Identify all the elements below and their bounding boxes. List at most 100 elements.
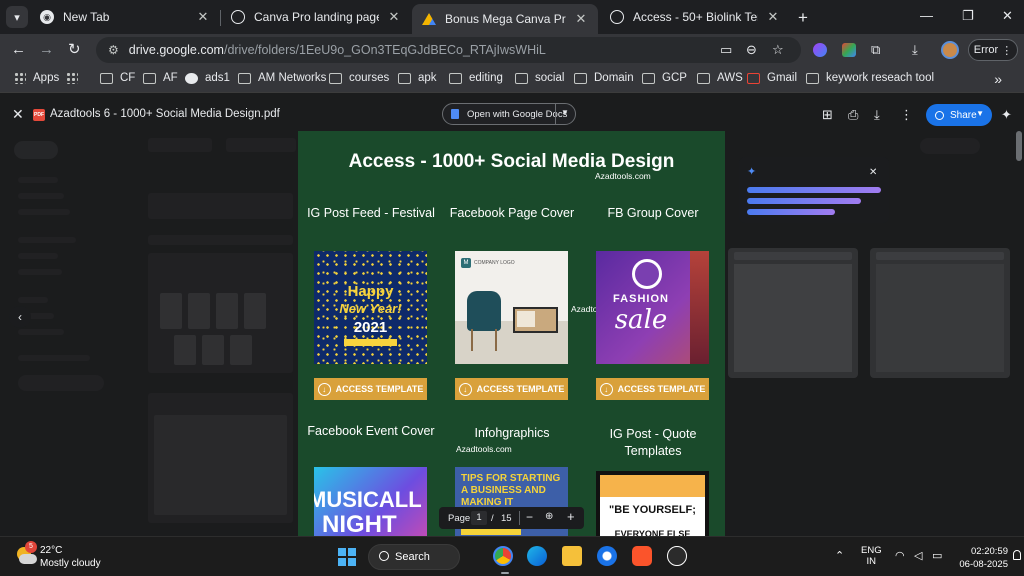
add-comment-icon[interactable]: ⊞ <box>822 107 833 123</box>
more-bookmarks-icon[interactable]: » <box>994 71 1002 87</box>
thumb-facebook-cover[interactable]: M COMPANY LOGO <box>455 251 568 364</box>
google-drive-icon <box>422 13 436 25</box>
tab-strip: ▾ ◉ New Tab ✕ Canva Pro landing page ✕ B… <box>0 0 1024 34</box>
taskbar-search[interactable]: Search <box>368 544 460 570</box>
bookmark-apps[interactable]: Apps <box>14 72 59 84</box>
chromium-icon[interactable] <box>597 546 617 566</box>
thumb-quote[interactable]: "BE YOURSELF; EVERYONE ELSE <box>596 471 709 541</box>
close-icon[interactable]: ✕ <box>574 11 588 27</box>
extension-icon[interactable] <box>842 43 856 57</box>
previous-file-arrow-icon[interactable]: ‹ <box>9 306 31 328</box>
bookmark-domain[interactable]: Domain <box>574 72 634 84</box>
more-options-icon[interactable]: ⋮ <box>900 107 913 123</box>
restore-icon[interactable]: ❐ <box>962 8 974 24</box>
new-tab-plus-icon[interactable]: + <box>798 8 808 28</box>
profile-avatar[interactable] <box>941 41 959 59</box>
bookmark-courses[interactable]: courses <box>329 72 389 84</box>
close-icon[interactable]: ✕ <box>196 9 210 25</box>
address-bar[interactable]: ⚙ drive.google.com/drive/folders/1EeU9o_… <box>96 37 801 63</box>
extension-icon[interactable] <box>813 43 827 57</box>
language-indicator[interactable]: ENG IN <box>861 545 882 567</box>
bookmark-gcp[interactable]: GCP <box>642 72 687 84</box>
cast-icon[interactable]: ▭ <box>720 42 732 58</box>
grid-icon <box>66 72 78 84</box>
access-template-button[interactable]: ↓ ACCESS TEMPLATE <box>596 378 709 400</box>
tab-canva-landing[interactable]: Canva Pro landing page ✕ <box>221 4 411 30</box>
chat-icon[interactable] <box>667 546 687 566</box>
system-clock[interactable]: 02:20:59 06-08-2025 <box>958 545 1008 571</box>
print-icon[interactable]: ⎙ <box>848 107 858 123</box>
zoom-icon[interactable]: ⊖ <box>746 42 757 58</box>
download-icon: ↓ <box>458 382 472 396</box>
thumb-musical-night[interactable]: MUSICALL NIGHT <box>314 467 427 541</box>
edge-icon[interactable] <box>527 546 547 566</box>
tab-bonus-mega[interactable]: Bonus Mega Canva Pro Platinum ✕ <box>412 4 598 34</box>
minimize-icon[interactable]: — <box>920 8 933 23</box>
chrome-icon[interactable] <box>493 546 513 574</box>
loading-bar <box>747 209 835 215</box>
reload-icon[interactable]: ↻ <box>68 42 81 58</box>
bookmark-star-icon[interactable]: ☆ <box>772 42 784 58</box>
close-icon[interactable]: ✕ <box>387 9 401 25</box>
pdf-file-icon: PDF <box>33 109 45 121</box>
page-navigation: Page 1 / 15 − ⊕ + <box>439 507 584 529</box>
bookmark-editing[interactable]: editing <box>449 72 503 84</box>
thumb-new-year[interactable]: Happy New Year! 2021 <box>314 251 427 364</box>
zoom-icon[interactable]: ⊕ <box>545 511 553 522</box>
tab-title: Bonus Mega Canva Pro Platinum <box>445 12 566 26</box>
bookmark-aws[interactable]: AWS <box>697 72 743 84</box>
page-number-input[interactable]: 1 <box>471 511 487 525</box>
notification-bell-icon[interactable] <box>1013 550 1021 560</box>
bookmark-apk[interactable]: apk <box>398 72 437 84</box>
bookmark-social[interactable]: social <box>515 72 564 84</box>
tab-search-button[interactable]: ▾ <box>6 6 28 28</box>
bookmark-gmail[interactable]: Gmail <box>747 72 797 84</box>
bookmark-af[interactable]: AF <box>143 72 178 84</box>
folder-icon <box>642 72 655 84</box>
battery-icon[interactable]: ▭ <box>932 549 942 562</box>
brave-icon[interactable] <box>632 546 652 566</box>
caret-down-icon[interactable]: ▼ <box>561 108 569 117</box>
close-icon[interactable]: ✕ <box>869 167 877 178</box>
bookmark-grid[interactable] <box>66 72 85 84</box>
weather-widget[interactable]: 5 <box>15 541 37 567</box>
download-icon[interactable]: ⤓ <box>912 42 918 58</box>
google-docs-icon <box>451 109 459 119</box>
open-with-google-docs-button[interactable]: Open with Google Docs ▼ <box>442 103 576 125</box>
zoom-out-icon[interactable]: − <box>526 510 533 524</box>
download-icon: ↓ <box>317 382 331 396</box>
gemini-spark-icon[interactable]: ✦ <box>1001 107 1012 123</box>
wifi-icon[interactable]: ◠ <box>895 549 905 562</box>
show-hidden-icons[interactable]: ⌃ <box>835 549 844 562</box>
forward-arrow-icon[interactable]: → <box>39 42 54 58</box>
close-icon[interactable]: ✕ <box>766 9 780 25</box>
share-button[interactable]: Share ▼ <box>926 104 992 126</box>
folder-icon <box>574 72 587 84</box>
thumb-infographic[interactable]: TIPS FOR STARTING A BUSINESS AND MAKING … <box>455 467 568 541</box>
file-explorer-icon[interactable] <box>562 546 582 566</box>
profile-error-button[interactable]: Error ⋮ <box>968 39 1018 61</box>
folder-icon <box>449 72 462 84</box>
extensions-puzzle-icon[interactable]: ⧉ <box>871 42 880 58</box>
window-close-icon[interactable]: ✕ <box>1002 8 1013 24</box>
bookmark-keyword-tool[interactable]: keywork reseach tool <box>806 72 934 84</box>
speaker-icon[interactable]: ◁ <box>914 549 922 562</box>
tab-biolink[interactable]: Access - 50+ Biolink Templates ✕ <box>600 4 790 30</box>
close-viewer-icon[interactable]: ✕ <box>12 106 24 123</box>
access-template-button[interactable]: ↓ ACCESS TEMPLATE <box>314 378 427 400</box>
zoom-in-icon[interactable]: + <box>567 509 575 524</box>
windows-start-icon[interactable] <box>338 548 356 566</box>
bookmark-ads1[interactable]: ads1 <box>185 72 230 84</box>
thumb-fashion-sale[interactable]: FASHION sale <box>596 251 709 364</box>
bookmark-cf[interactable]: CF <box>100 72 135 84</box>
item-title: FB Group Cover <box>607 206 699 220</box>
back-arrow-icon[interactable]: ← <box>11 42 26 58</box>
viewer-scrollbar[interactable] <box>1016 131 1022 161</box>
site-info-icon[interactable]: ⚙ <box>108 43 119 57</box>
bookmark-am-networks[interactable]: AM Networks <box>238 72 326 84</box>
drive-file-card <box>728 248 858 378</box>
download-icon[interactable]: ⤓ <box>874 107 880 123</box>
access-template-button[interactable]: ↓ ACCESS TEMPLATE <box>455 378 568 400</box>
tab-new-tab[interactable]: ◉ New Tab ✕ <box>30 4 220 30</box>
caret-down-icon[interactable]: ▼ <box>976 109 984 118</box>
